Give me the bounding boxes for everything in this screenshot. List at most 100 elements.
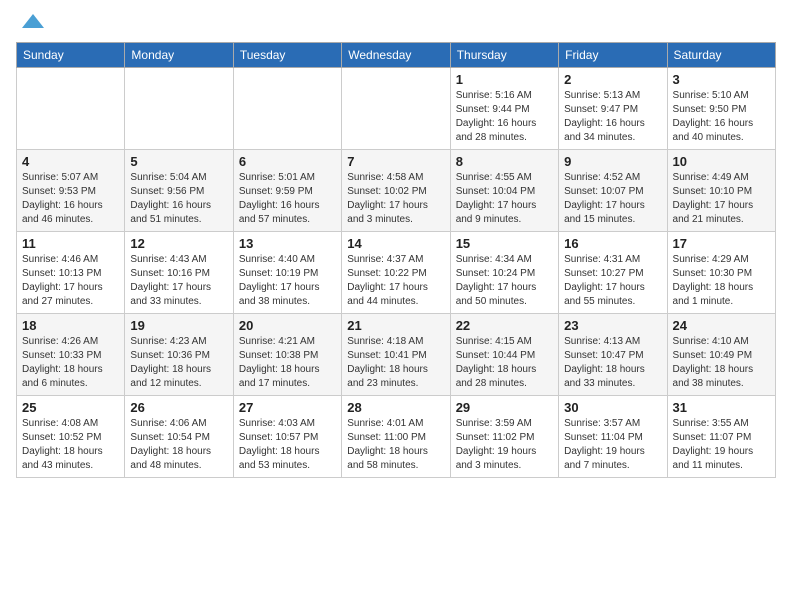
- day-number: 31: [673, 400, 770, 415]
- day-info: Sunrise: 5:13 AM Sunset: 9:47 PM Dayligh…: [564, 89, 661, 145]
- day-cell: 18 Sunrise: 4:26 AM Sunset: 10:33 PM Dayl…: [17, 314, 125, 396]
- day-cell: 10 Sunrise: 4:49 AM Sunset: 10:10 PM Dayl…: [667, 150, 775, 232]
- day-cell: 27 Sunrise: 4:03 AM Sunset: 10:57 PM Dayl…: [233, 396, 341, 478]
- day-info: Sunrise: 4:21 AM Sunset: 10:38 PM Daylig…: [239, 335, 336, 391]
- week-row-5: 25Sunrise: 4:08 AM Sunset: 10:52 PM Dayl…: [17, 396, 776, 478]
- day-cell: 7 Sunrise: 4:58 AM Sunset: 10:02 PM Dayli…: [342, 150, 450, 232]
- day-info: Sunrise: 4:34 AM Sunset: 10:24 PM Daylig…: [456, 253, 553, 309]
- page-header: [16, 16, 776, 38]
- day-cell: 29 Sunrise: 3:59 AM Sunset: 11:02 PM Dayl…: [450, 396, 558, 478]
- day-number: 19: [130, 318, 227, 333]
- day-cell: 8 Sunrise: 4:55 AM Sunset: 10:04 PM Dayli…: [450, 150, 558, 232]
- column-header-friday: Friday: [559, 43, 667, 68]
- day-cell: [233, 68, 341, 150]
- day-number: 7: [347, 154, 444, 169]
- day-info: Sunrise: 4:43 AM Sunset: 10:16 PM Daylig…: [130, 253, 227, 309]
- day-cell: 24 Sunrise: 4:10 AM Sunset: 10:49 PM Dayl…: [667, 314, 775, 396]
- day-cell: 3 Sunrise: 5:10 AM Sunset: 9:50 PM Daylig…: [667, 68, 775, 150]
- day-cell: 6Sunrise: 5:01 AM Sunset: 9:59 PM Daylig…: [233, 150, 341, 232]
- day-number: 8: [456, 154, 553, 169]
- day-number: 9: [564, 154, 661, 169]
- day-number: 24: [673, 318, 770, 333]
- day-cell: 22 Sunrise: 4:15 AM Sunset: 10:44 PM Dayl…: [450, 314, 558, 396]
- day-cell: 9 Sunrise: 4:52 AM Sunset: 10:07 PM Dayli…: [559, 150, 667, 232]
- day-cell: 21 Sunrise: 4:18 AM Sunset: 10:41 PM Dayl…: [342, 314, 450, 396]
- day-cell: 17 Sunrise: 4:29 AM Sunset: 10:30 PM Dayl…: [667, 232, 775, 314]
- day-number: 29: [456, 400, 553, 415]
- day-cell: 4 Sunrise: 5:07 AM Sunset: 9:53 PM Daylig…: [17, 150, 125, 232]
- day-info: Sunrise: 3:57 AM Sunset: 11:04 PM Daylig…: [564, 417, 661, 473]
- day-cell: 13Sunrise: 4:40 AM Sunset: 10:19 PM Dayl…: [233, 232, 341, 314]
- day-number: 27: [239, 400, 336, 415]
- day-info: Sunrise: 4:52 AM Sunset: 10:07 PM Daylig…: [564, 171, 661, 227]
- day-cell: 12Sunrise: 4:43 AM Sunset: 10:16 PM Dayl…: [125, 232, 233, 314]
- day-number: 16: [564, 236, 661, 251]
- logo-icon: [18, 8, 48, 38]
- day-cell: 11Sunrise: 4:46 AM Sunset: 10:13 PM Dayl…: [17, 232, 125, 314]
- day-number: 4: [22, 154, 119, 169]
- day-info: Sunrise: 5:01 AM Sunset: 9:59 PM Dayligh…: [239, 171, 336, 227]
- day-number: 10: [673, 154, 770, 169]
- day-info: Sunrise: 4:49 AM Sunset: 10:10 PM Daylig…: [673, 171, 770, 227]
- day-info: Sunrise: 5:04 AM Sunset: 9:56 PM Dayligh…: [130, 171, 227, 227]
- day-number: 1: [456, 72, 553, 87]
- day-number: 3: [673, 72, 770, 87]
- day-number: 28: [347, 400, 444, 415]
- day-info: Sunrise: 4:15 AM Sunset: 10:44 PM Daylig…: [456, 335, 553, 391]
- day-info: Sunrise: 4:31 AM Sunset: 10:27 PM Daylig…: [564, 253, 661, 309]
- column-header-saturday: Saturday: [667, 43, 775, 68]
- day-info: Sunrise: 4:46 AM Sunset: 10:13 PM Daylig…: [22, 253, 119, 309]
- day-cell: 19Sunrise: 4:23 AM Sunset: 10:36 PM Dayl…: [125, 314, 233, 396]
- day-info: Sunrise: 4:29 AM Sunset: 10:30 PM Daylig…: [673, 253, 770, 309]
- day-number: 26: [130, 400, 227, 415]
- day-cell: 14 Sunrise: 4:37 AM Sunset: 10:22 PM Dayl…: [342, 232, 450, 314]
- day-cell: [17, 68, 125, 150]
- calendar-header-row: SundayMondayTuesdayWednesdayThursdayFrid…: [17, 43, 776, 68]
- day-info: Sunrise: 3:59 AM Sunset: 11:02 PM Daylig…: [456, 417, 553, 473]
- logo: [16, 16, 48, 38]
- day-info: Sunrise: 4:37 AM Sunset: 10:22 PM Daylig…: [347, 253, 444, 309]
- day-info: Sunrise: 4:03 AM Sunset: 10:57 PM Daylig…: [239, 417, 336, 473]
- week-row-1: 1 Sunrise: 5:16 AM Sunset: 9:44 PM Daylig…: [17, 68, 776, 150]
- day-number: 25: [22, 400, 119, 415]
- day-cell: 2Sunrise: 5:13 AM Sunset: 9:47 PM Daylig…: [559, 68, 667, 150]
- day-info: Sunrise: 4:40 AM Sunset: 10:19 PM Daylig…: [239, 253, 336, 309]
- day-cell: 31Sunrise: 3:55 AM Sunset: 11:07 PM Dayl…: [667, 396, 775, 478]
- day-info: Sunrise: 4:26 AM Sunset: 10:33 PM Daylig…: [22, 335, 119, 391]
- day-number: 14: [347, 236, 444, 251]
- day-cell: 1 Sunrise: 5:16 AM Sunset: 9:44 PM Daylig…: [450, 68, 558, 150]
- day-number: 15: [456, 236, 553, 251]
- day-cell: 16 Sunrise: 4:31 AM Sunset: 10:27 PM Dayl…: [559, 232, 667, 314]
- day-number: 5: [130, 154, 227, 169]
- week-row-3: 11Sunrise: 4:46 AM Sunset: 10:13 PM Dayl…: [17, 232, 776, 314]
- column-header-wednesday: Wednesday: [342, 43, 450, 68]
- day-info: Sunrise: 4:13 AM Sunset: 10:47 PM Daylig…: [564, 335, 661, 391]
- day-number: 17: [673, 236, 770, 251]
- day-info: Sunrise: 4:18 AM Sunset: 10:41 PM Daylig…: [347, 335, 444, 391]
- day-cell: 25Sunrise: 4:08 AM Sunset: 10:52 PM Dayl…: [17, 396, 125, 478]
- day-info: Sunrise: 5:16 AM Sunset: 9:44 PM Dayligh…: [456, 89, 553, 145]
- day-info: Sunrise: 4:10 AM Sunset: 10:49 PM Daylig…: [673, 335, 770, 391]
- day-info: Sunrise: 5:07 AM Sunset: 9:53 PM Dayligh…: [22, 171, 119, 227]
- calendar-table: SundayMondayTuesdayWednesdayThursdayFrid…: [16, 42, 776, 478]
- day-cell: [342, 68, 450, 150]
- day-info: Sunrise: 4:06 AM Sunset: 10:54 PM Daylig…: [130, 417, 227, 473]
- day-cell: 23 Sunrise: 4:13 AM Sunset: 10:47 PM Dayl…: [559, 314, 667, 396]
- day-number: 30: [564, 400, 661, 415]
- day-number: 20: [239, 318, 336, 333]
- week-row-4: 18 Sunrise: 4:26 AM Sunset: 10:33 PM Dayl…: [17, 314, 776, 396]
- column-header-monday: Monday: [125, 43, 233, 68]
- day-number: 18: [22, 318, 119, 333]
- day-number: 22: [456, 318, 553, 333]
- column-header-sunday: Sunday: [17, 43, 125, 68]
- day-info: Sunrise: 5:10 AM Sunset: 9:50 PM Dayligh…: [673, 89, 770, 145]
- day-cell: 20 Sunrise: 4:21 AM Sunset: 10:38 PM Dayl…: [233, 314, 341, 396]
- day-cell: [125, 68, 233, 150]
- day-cell: 5 Sunrise: 5:04 AM Sunset: 9:56 PM Daylig…: [125, 150, 233, 232]
- day-number: 21: [347, 318, 444, 333]
- day-info: Sunrise: 4:55 AM Sunset: 10:04 PM Daylig…: [456, 171, 553, 227]
- column-header-tuesday: Tuesday: [233, 43, 341, 68]
- day-info: Sunrise: 4:01 AM Sunset: 11:00 PM Daylig…: [347, 417, 444, 473]
- day-info: Sunrise: 4:58 AM Sunset: 10:02 PM Daylig…: [347, 171, 444, 227]
- day-number: 23: [564, 318, 661, 333]
